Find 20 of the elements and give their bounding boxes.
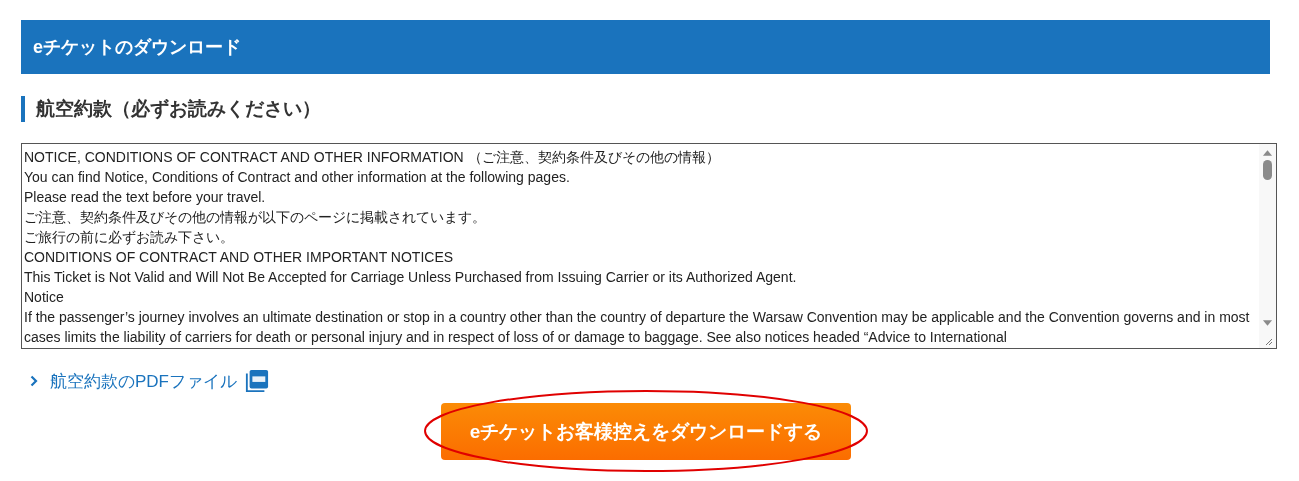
section-title: 航空約款（必ずお読みください） [21,96,1270,122]
conditions-text-line: Please read the text before your travel. [24,188,267,207]
conditions-text-line: ご旅行の前に必ずお読み下さい。 [24,228,235,247]
conditions-text-line: This Ticket is Not Valid and Will Not Be Accepted for Carriage Unless Purchased from Issuing Carrier or its Authorized Agent. [24,268,798,287]
conditions-text-line: If the passenger’s journey involves an ultimate destination or stop in a country other than the country of departure the Warsaw Convention may be applicable and the Convention governs and in most cases limits the liability of carriers for death or personal injury and in respect of loss of or damage to baggage. See also notices headed “Advice to International [24,308,1251,347]
conditions-text-line: CONDITIONS OF CONTRACT AND OTHER IMPORTANT NOTICES [24,248,455,267]
scroll-down-icon[interactable] [1262,319,1273,327]
conditions-text-area[interactable] [21,143,1277,349]
conditions-text-line: You can find Notice, Conditions of Contract and other information at the following pages. [24,168,571,187]
pdf-link[interactable]: 航空約款のPDFファイル [50,369,237,393]
conditions-text-line: Notice [24,288,65,307]
chevron-right-icon [30,375,38,387]
conditions-text-line: ご注意、契約条件及びその他の情報が以下のページに掲載されています。 [24,208,487,227]
scrollbar-thumb[interactable] [1263,160,1272,180]
scrollbar[interactable] [1259,144,1276,348]
conditions-text-line: NOTICE, CONDITIONS OF CONTRACT AND OTHER INFORMATION （ご注意、契約条件及びその他の情報） [24,148,721,167]
scroll-up-icon[interactable] [1262,149,1273,157]
pdf-file-icon [245,369,269,393]
download-button[interactable]: eチケットお客様控えをダウンロードする [441,403,851,460]
header-title: eチケットのダウンロード [33,36,241,59]
